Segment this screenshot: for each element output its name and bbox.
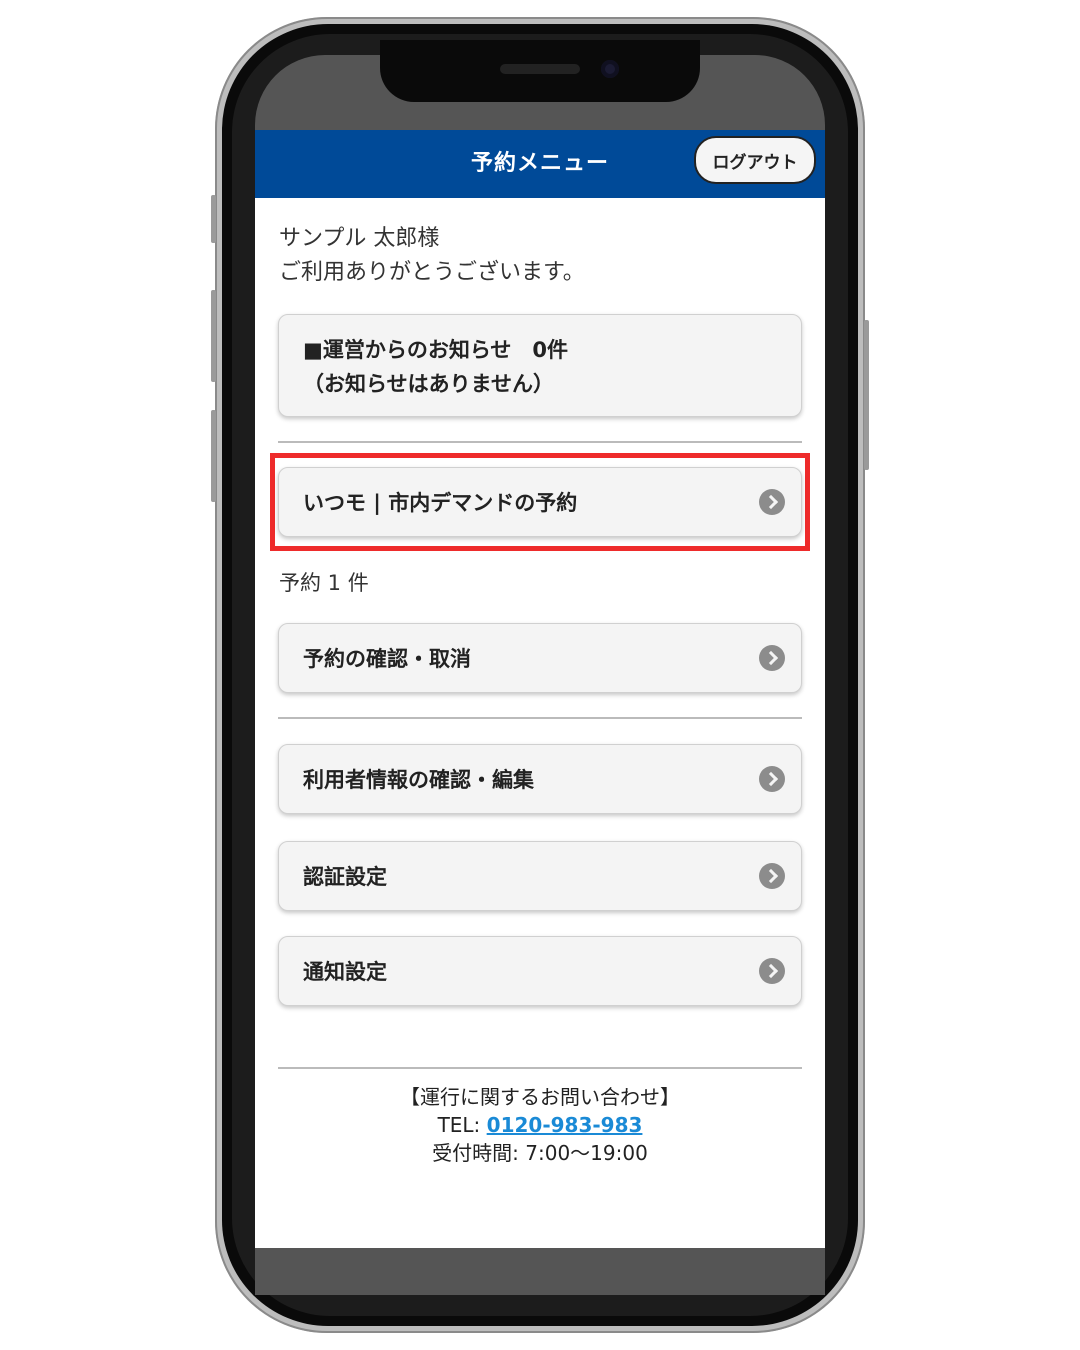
app-screen: 予約メニュー ログアウト サンプル 太郎様 ご利用ありがとうございます。 ■運営… bbox=[255, 130, 825, 1248]
notice-status: （お知らせはありません） bbox=[303, 372, 554, 396]
logout-button[interactable]: ログアウト bbox=[694, 136, 816, 184]
auth-settings-label: 認証設定 bbox=[303, 865, 387, 889]
confirm-cancel-button[interactable]: 予約の確認・取消 bbox=[278, 623, 802, 693]
side-button-volume-up bbox=[211, 290, 216, 382]
app-header: 予約メニュー ログアウト bbox=[255, 130, 825, 198]
front-camera-icon bbox=[601, 60, 619, 78]
footer-contact: 【運行に関するお問い合わせ】 TEL: 0120-983-983 受付時間: 7… bbox=[255, 1083, 825, 1167]
auth-settings-button[interactable]: 認証設定 bbox=[278, 841, 802, 911]
user-name: サンプル 太郎様 bbox=[279, 226, 440, 251]
side-button-silent bbox=[211, 195, 216, 243]
inquiry-title: 【運行に関するお問い合わせ】 bbox=[400, 1085, 680, 1109]
side-button-power bbox=[864, 320, 869, 470]
notify-settings-button[interactable]: 通知設定 bbox=[278, 936, 802, 1006]
reservation-count: 予約 1 件 bbox=[279, 571, 369, 595]
greeting-message: ご利用ありがとうございます。 bbox=[279, 260, 585, 285]
side-button-volume-down bbox=[211, 410, 216, 502]
user-info-button[interactable]: 利用者情報の確認・編集 bbox=[278, 744, 802, 814]
confirm-cancel-label: 予約の確認・取消 bbox=[303, 647, 471, 671]
divider bbox=[278, 441, 802, 443]
tel-prefix: TEL: bbox=[437, 1113, 487, 1137]
user-info-label: 利用者情報の確認・編集 bbox=[303, 768, 534, 792]
chevron-right-icon bbox=[759, 489, 785, 515]
reserve-demand-label: いつモ | 市内デマンドの予約 bbox=[303, 491, 578, 515]
notice-box[interactable]: ■運営からのお知らせ 0件 （お知らせはありません） bbox=[278, 314, 802, 417]
tel-link[interactable]: 0120-983-983 bbox=[487, 1113, 643, 1137]
chevron-right-icon bbox=[759, 645, 785, 671]
chevron-right-icon bbox=[759, 958, 785, 984]
reception-hours: 受付時間: 7:00〜19:00 bbox=[432, 1141, 648, 1165]
notice-count: ■運営からのお知らせ 0件 bbox=[303, 338, 569, 362]
notify-settings-label: 通知設定 bbox=[303, 960, 387, 984]
tel-line: TEL: 0120-983-983 bbox=[255, 1111, 825, 1139]
chevron-right-icon bbox=[759, 766, 785, 792]
chevron-right-icon bbox=[759, 863, 785, 889]
divider bbox=[278, 1067, 802, 1069]
screen-bottom-area bbox=[255, 1248, 825, 1295]
speaker-grille bbox=[500, 64, 580, 74]
reserve-demand-button[interactable]: いつモ | 市内デマンドの予約 bbox=[278, 467, 802, 537]
greeting: サンプル 太郎様 ご利用ありがとうございます。 bbox=[279, 222, 585, 290]
divider bbox=[278, 717, 802, 719]
